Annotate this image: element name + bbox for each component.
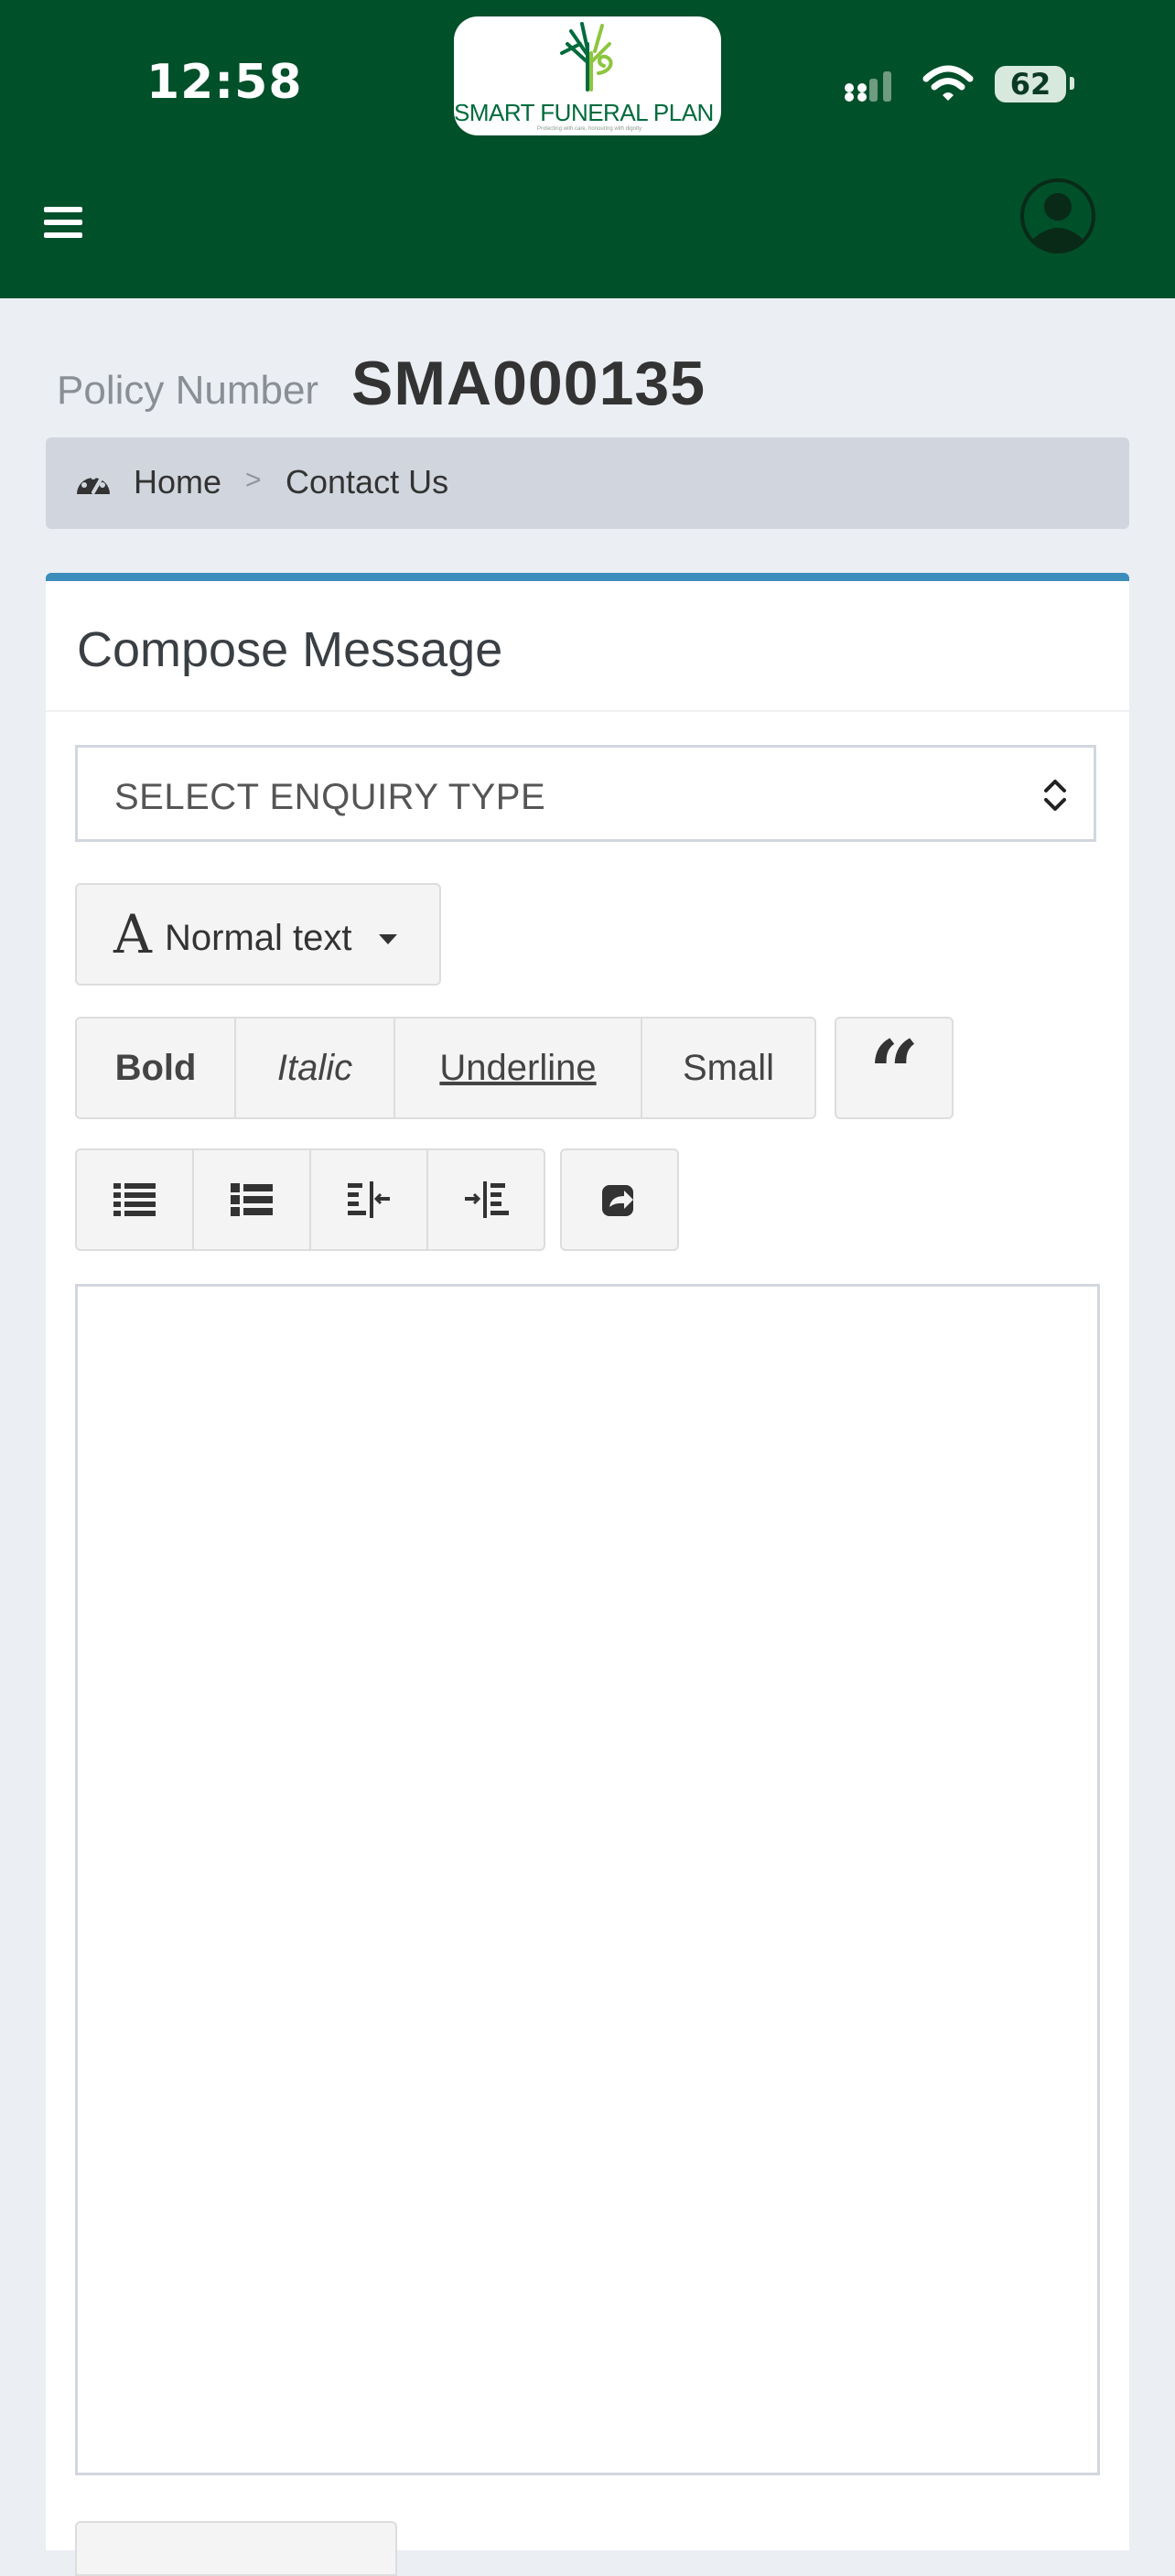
share-icon: [602, 1185, 633, 1216]
insert-link-button[interactable]: [560, 1148, 679, 1251]
format-button-group: Bold Italic Underline Small: [75, 1017, 816, 1119]
bold-button[interactable]: Bold: [75, 1017, 236, 1119]
breadcrumb-current: Contact Us: [286, 463, 449, 501]
quote-icon: “: [868, 1021, 920, 1125]
status-time: 12:58: [146, 55, 303, 110]
card-divider: [46, 710, 1129, 712]
logo-wordmark: SMART FUNERAL PLAN: [454, 99, 714, 126]
battery-indicator: 62: [995, 66, 1066, 102]
compose-message-card: Compose Message SELECT ENQUIRY TYPE A No…: [46, 573, 1129, 2576]
logo-tagline: Protecting with care, honouring with dig…: [536, 126, 642, 132]
breadcrumb-home-link[interactable]: Home: [134, 463, 221, 501]
outdent-button[interactable]: [309, 1148, 428, 1251]
policy-number-label: Policy Number: [57, 368, 319, 413]
attachment-button[interactable]: [75, 2521, 397, 2576]
italic-button[interactable]: Italic: [234, 1017, 395, 1119]
menu-icon[interactable]: [44, 207, 82, 238]
indent-button[interactable]: [426, 1148, 545, 1251]
policy-number-value: SMA000135: [351, 349, 706, 418]
indent-icon: [465, 1181, 509, 1218]
user-profile-icon[interactable]: [1019, 178, 1096, 254]
list-ol-icon: [231, 1183, 273, 1216]
cellular-signal-icon: [845, 71, 891, 102]
enquiry-type-select[interactable]: SELECT ENQUIRY TYPE: [75, 745, 1096, 842]
list-button-group: [75, 1148, 545, 1251]
breadcrumb-separator: >: [245, 465, 262, 495]
status-icons: 62: [842, 64, 1080, 110]
text-style-label: Normal text: [165, 918, 352, 958]
app-logo: SMART FUNERAL PLAN Protecting with care,…: [454, 16, 721, 135]
list-ul-icon: [113, 1183, 156, 1216]
dashboard-icon: [77, 474, 110, 494]
caret-down-icon: [379, 934, 397, 944]
tree-logo-icon: [560, 22, 613, 92]
ordered-list-button[interactable]: [192, 1148, 311, 1251]
font-icon: A: [113, 903, 152, 965]
unordered-list-button[interactable]: [75, 1148, 194, 1251]
text-style-dropdown[interactable]: A Normal text: [75, 883, 441, 986]
app-header: 12:58 SMART FUNERAL PLAN Protecting with…: [0, 0, 1175, 298]
wifi-icon: [922, 65, 974, 101]
outdent-icon: [348, 1181, 390, 1218]
blockquote-button[interactable]: “: [835, 1017, 954, 1125]
card-title: Compose Message: [77, 622, 503, 677]
message-body-editor[interactable]: [75, 1284, 1100, 2475]
chevron-up-down-icon: [1044, 780, 1066, 811]
breadcrumb: Home > Contact Us: [46, 437, 1129, 529]
underline-button[interactable]: Underline: [393, 1017, 642, 1119]
enquiry-type-selected: SELECT ENQUIRY TYPE: [114, 777, 546, 817]
battery-nub: [1070, 77, 1074, 90]
small-button[interactable]: Small: [641, 1017, 816, 1119]
